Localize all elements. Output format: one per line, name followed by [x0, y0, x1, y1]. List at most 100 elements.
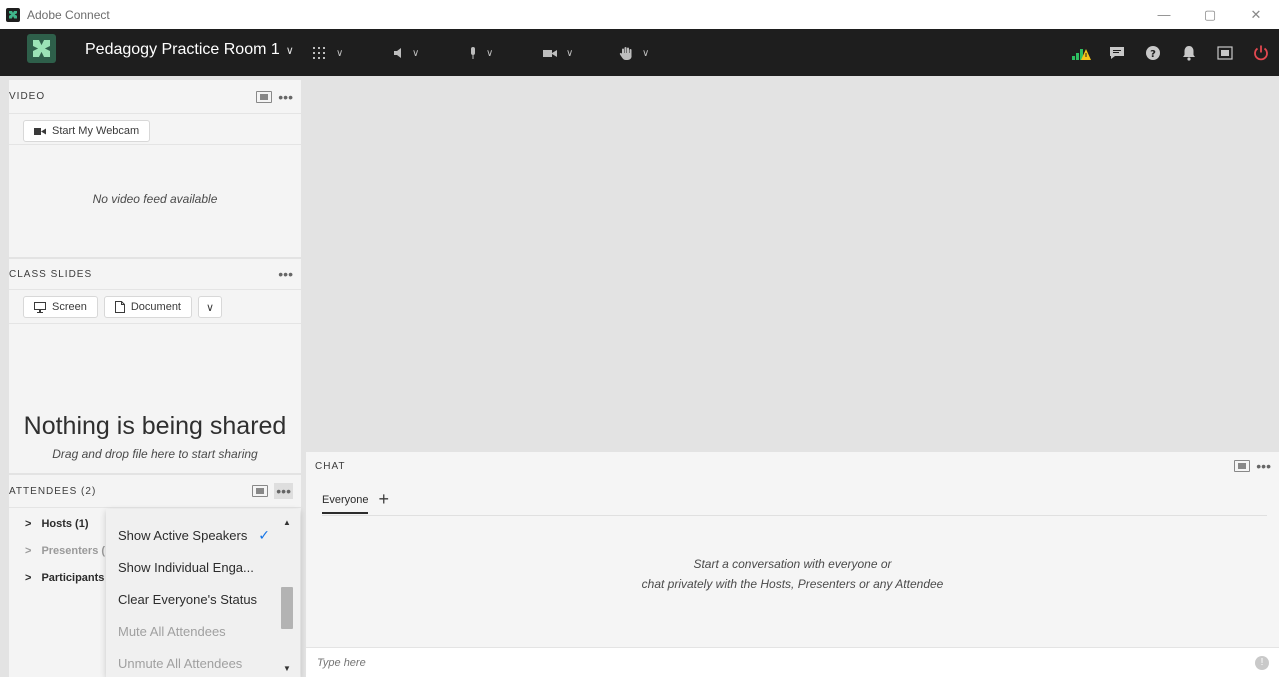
chat-header: CHAT ••• — [306, 452, 1279, 480]
camera-icon — [34, 127, 46, 135]
class-slides-title: CLASS SLIDES — [9, 268, 93, 280]
room-name: Pedagogy Practice Room 1 — [85, 41, 280, 58]
add-chat-tab-icon[interactable]: + — [378, 490, 389, 508]
maximize-icon[interactable] — [1234, 460, 1251, 472]
share-options-dropdown[interactable]: ∨ — [198, 296, 223, 318]
toolbar-right-icons: ? — [1063, 29, 1279, 76]
fullscreen-icon[interactable] — [1207, 29, 1243, 76]
restore-button[interactable]: ▢ — [1187, 0, 1233, 29]
close-window-button[interactable]: ✕ — [1233, 0, 1279, 29]
checkmark-icon: ✓ — [258, 526, 270, 543]
share-document-button[interactable]: Document — [103, 296, 192, 318]
class-slides-pod: CLASS SLIDES ••• Screen Document ∨ Nothi… — [9, 259, 301, 473]
share-screen-label: Screen — [52, 301, 87, 313]
chevron-right-icon: > — [25, 571, 32, 584]
video-pod: VIDEO ••• Start My Webcam No video feed … — [9, 80, 301, 257]
minimize-button[interactable]: — — [1141, 0, 1187, 29]
menu-item-label: Mute All Attendees — [118, 623, 226, 639]
chat-title: CHAT — [315, 460, 346, 472]
chat-message-input[interactable] — [317, 656, 917, 669]
room-logo — [27, 34, 56, 63]
adobe-connect-logo-icon — [6, 7, 20, 22]
menu-item-label: Show Active Speakers — [118, 527, 248, 543]
chat-empty-line-1: Start a conversation with everyone or — [693, 557, 892, 571]
maximize-icon[interactable] — [256, 90, 273, 103]
document-icon — [114, 301, 125, 313]
chevron-right-icon: > — [25, 517, 32, 530]
video-pod-toolbar: Start My Webcam — [9, 114, 301, 145]
attendee-group-label: Hosts (1) — [41, 517, 89, 530]
class-slides-tools: ••• — [278, 267, 293, 281]
menu-item-clear-status[interactable]: Clear Everyone's Status — [106, 583, 300, 615]
window-controls: — ▢ ✕ — [1141, 0, 1279, 29]
raise-hand-icon — [619, 47, 632, 60]
menu-item-show-individual-engagement[interactable]: Show Individual Enga... — [106, 551, 300, 583]
attendee-group-label: Presenters ( — [41, 544, 106, 557]
monitor-icon — [34, 301, 46, 313]
camera-button[interactable]: ∨ — [542, 42, 573, 64]
svg-text:?: ? — [1150, 49, 1156, 60]
microphone-button[interactable]: ∨ — [468, 42, 493, 64]
start-webcam-button[interactable]: Start My Webcam — [23, 120, 151, 142]
help-icon[interactable]: ? — [1135, 29, 1171, 76]
menu-item-label: Show Individual Enga... — [118, 559, 254, 575]
chat-input-bar: ! — [306, 647, 1279, 677]
chat-empty-message: Start a conversation with everyone or ch… — [306, 554, 1279, 594]
chat-pod: CHAT ••• Everyone + Start a conversation… — [306, 452, 1279, 677]
share-document-label: Document — [130, 301, 181, 313]
window-title: Adobe Connect — [27, 7, 110, 22]
room-name-menu[interactable]: Pedagogy Practice Room 1 ∨ — [85, 41, 294, 59]
drag-drop-hint: Drag and drop file here to start sharing — [52, 447, 258, 461]
chevron-right-icon: > — [25, 544, 32, 557]
menu-scrollbar[interactable]: ▲ ▼ — [280, 509, 294, 677]
more-options-icon[interactable]: ••• — [278, 267, 293, 281]
share-screen-button[interactable]: Screen — [23, 296, 98, 318]
chevron-down-icon: ∨ — [412, 47, 420, 59]
info-icon[interactable]: ! — [1255, 655, 1269, 670]
menu-item-label: Unmute All Attendees — [118, 655, 243, 671]
menu-item-unmute-all[interactable]: Unmute All Attendees — [106, 647, 300, 677]
window-titlebar: Adobe Connect — ▢ ✕ — [0, 0, 1279, 29]
apps-grid-icon — [313, 47, 325, 59]
raise-hand-button[interactable]: ∨ — [618, 42, 649, 64]
menu-item-mute-all[interactable]: Mute All Attendees — [106, 615, 300, 647]
chat-bubble-icon[interactable] — [1099, 29, 1135, 76]
chevron-down-icon: ∨ — [206, 301, 215, 314]
scroll-up-icon[interactable]: ▲ — [280, 515, 294, 529]
class-slides-header: CLASS SLIDES ••• — [9, 259, 301, 290]
main-stage — [306, 76, 1279, 452]
notification-bell-icon[interactable] — [1171, 29, 1207, 76]
start-webcam-label: Start My Webcam — [52, 125, 140, 137]
adobe-connect-logo-icon — [33, 40, 50, 57]
no-video-message: No video feed available — [9, 192, 301, 206]
signal-strength-icon[interactable] — [1063, 29, 1099, 76]
menu-item-show-active-speakers[interactable]: Show Active Speakers ✓ — [106, 519, 300, 551]
chevron-down-icon: ∨ — [566, 47, 574, 59]
chat-tabs: Everyone + — [322, 490, 1267, 516]
attendee-group-label: Participants — [41, 571, 105, 584]
more-options-icon[interactable]: ••• — [1256, 459, 1271, 473]
chevron-down-icon: ∨ — [336, 47, 344, 59]
chevron-down-icon: ∨ — [642, 47, 650, 59]
video-pod-title: VIDEO — [9, 91, 46, 102]
scrollbar-thumb[interactable] — [281, 587, 293, 629]
speaker-icon — [394, 48, 401, 58]
attendees-tools: ••• — [252, 483, 293, 499]
chat-tools: ••• — [1234, 459, 1271, 473]
layouts-button[interactable]: ∨ — [312, 42, 343, 64]
chevron-down-icon: ∨ — [285, 44, 294, 57]
more-options-icon[interactable]: ••• — [278, 90, 293, 104]
no-video-text: No video feed available — [92, 192, 218, 206]
scroll-down-icon[interactable]: ▼ — [280, 661, 294, 675]
microphone-icon — [471, 47, 475, 59]
share-toolbar: Screen Document ∨ — [9, 290, 301, 324]
speaker-button[interactable]: ∨ — [392, 42, 419, 64]
nothing-shared-text: Nothing is being shared — [23, 412, 287, 440]
more-options-icon[interactable]: ••• — [274, 483, 293, 499]
chat-tab-everyone[interactable]: Everyone — [322, 494, 369, 514]
attendees-header: ATTENDEES (2) ••• — [9, 475, 301, 508]
power-icon[interactable] — [1243, 29, 1279, 76]
attendees-options-menu: Show Active Speakers ✓ Show Individual E… — [106, 509, 300, 677]
maximize-icon[interactable] — [252, 485, 269, 497]
nothing-shared-message: Nothing is being shared Drag and drop fi… — [9, 412, 301, 461]
